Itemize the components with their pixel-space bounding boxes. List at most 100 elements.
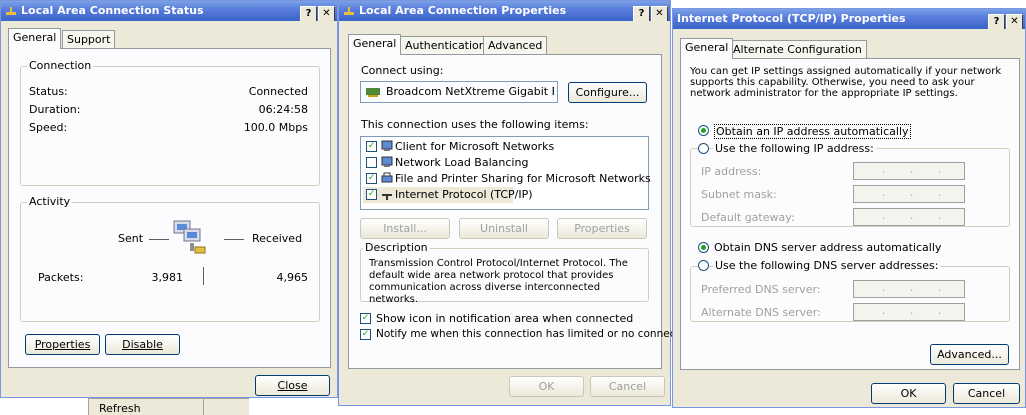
alternate-dns-field[interactable]: ...	[853, 303, 965, 321]
duration-value: 06:24:58	[258, 103, 308, 116]
tcpip-general-panel: You can get IP settings assigned automat…	[680, 58, 1020, 370]
item-checkbox[interactable]	[366, 157, 377, 168]
connection-group-title: Connection	[27, 59, 94, 72]
items-label: This connection uses the following items…	[361, 118, 589, 131]
components-list[interactable]: ✓ Client for Microsoft Networks Network …	[360, 136, 651, 210]
status-title: Local Area Connection Status	[21, 4, 204, 17]
packets-received-value: 4,965	[276, 271, 309, 284]
preferred-dns-field[interactable]: ...	[853, 280, 965, 298]
advanced-button[interactable]: Advanced...	[930, 344, 1009, 365]
received-label: Received	[252, 232, 303, 245]
use-following-dns-label[interactable]: Use the following DNS server addresses:	[713, 259, 941, 272]
obtain-ip-auto-label[interactable]: Obtain an IP address automatically	[714, 124, 911, 139]
status-value: Connected	[248, 85, 308, 98]
ip-address-label: IP address:	[701, 165, 762, 178]
close-window-button[interactable]: ✕	[318, 6, 335, 21]
speed-value: 100.0 Mbps	[243, 121, 308, 134]
tab-authentication[interactable]: Authentication	[400, 36, 491, 55]
disable-button-label: Disable	[122, 338, 163, 351]
intro-text: You can get IP settings assigned automat…	[690, 66, 1002, 99]
packets-sent-value: 3,981	[151, 271, 184, 284]
close-window-button[interactable]: ✕	[1006, 14, 1023, 29]
connect-using-label: Connect using:	[361, 64, 444, 77]
connection-properties-dialog: Local Area Connection Properties ? ✕ Gene…	[338, 0, 702, 406]
use-following-ip-label[interactable]: Use the following IP address:	[713, 142, 876, 155]
disable-button[interactable]: Disable	[105, 334, 180, 355]
properties-titlebar[interactable]: Local Area Connection Properties ? ✕	[339, 1, 670, 21]
preferred-dns-label: Preferred DNS server:	[701, 283, 821, 296]
list-item[interactable]: Client for Microsoft Networks	[395, 140, 554, 153]
activity-group: Activity	[20, 196, 320, 322]
refresh-menu-item[interactable]: Refresh	[99, 402, 141, 415]
help-button[interactable]: ?	[300, 6, 317, 21]
status-general-panel: Connection Status: Connected Duration: 0…	[8, 48, 331, 368]
ok-button[interactable]: OK	[871, 383, 946, 404]
description-group-title: Description	[363, 241, 430, 254]
notify-checkbox[interactable]: ✓	[360, 329, 371, 340]
tab-general[interactable]: General	[680, 38, 734, 59]
list-item[interactable]: File and Printer Sharing for Microsoft N…	[395, 172, 651, 185]
help-button[interactable]: ?	[988, 14, 1005, 29]
status-titlebar[interactable]: Local Area Connection Status ? ✕	[1, 1, 337, 21]
obtain-ip-auto-radio[interactable]	[698, 125, 709, 136]
notify-label: Notify me when this connection has limit…	[376, 328, 702, 340]
cancel-button[interactable]: Cancel	[590, 376, 665, 397]
item-checkbox[interactable]: ✓	[366, 141, 377, 152]
default-gateway-label: Default gateway:	[701, 211, 795, 224]
sent-line	[149, 239, 169, 240]
adapter-field: Broadcom NetXtreme Gigabit Etherne	[360, 81, 558, 103]
item-checkbox[interactable]: ✓	[366, 189, 377, 200]
network-icon	[344, 7, 354, 15]
uninstall-button[interactable]: Uninstall	[459, 218, 549, 239]
connection-status-dialog: Local Area Connection Status ? ✕ General …	[0, 0, 338, 398]
packets-divider	[203, 267, 204, 285]
properties-title: Local Area Connection Properties	[359, 4, 567, 17]
client-icon	[381, 140, 393, 151]
network-card-icon	[366, 88, 380, 97]
properties-general-panel: Connect using: Broadcom NetXtreme Gigabi…	[348, 54, 702, 369]
properties-button[interactable]: Properties	[25, 334, 100, 355]
show-icon-label: Show icon in notification area when conn…	[376, 312, 634, 325]
protocol-icon	[382, 194, 392, 200]
install-button[interactable]: Install...	[360, 218, 450, 239]
close-button[interactable]: Close	[255, 375, 330, 396]
item-checkbox[interactable]: ✓	[366, 173, 377, 184]
packets-label: Packets:	[38, 271, 84, 284]
close-button-label: Close	[277, 379, 308, 392]
service-icon	[381, 156, 393, 167]
network-icon	[6, 7, 16, 15]
ok-button[interactable]: OK	[509, 376, 584, 397]
subnet-mask-label: Subnet mask:	[701, 188, 777, 201]
tab-advanced[interactable]: Advanced	[483, 36, 548, 55]
background-menu: Refresh	[88, 398, 249, 415]
use-following-ip-radio[interactable]	[698, 143, 709, 154]
default-gateway-field[interactable]: ...	[853, 208, 965, 226]
tcpip-properties-dialog: Internet Protocol (TCP/IP) Properties ? ✕…	[672, 8, 1026, 408]
printer-icon	[381, 172, 393, 183]
speed-label: Speed:	[29, 121, 68, 134]
obtain-dns-auto-radio[interactable]	[698, 242, 709, 253]
obtain-dns-auto-label[interactable]: Obtain DNS server address automatically	[714, 241, 941, 254]
ip-address-field[interactable]: ...	[853, 162, 965, 180]
tab-general[interactable]: General	[348, 34, 402, 55]
tcpip-titlebar[interactable]: Internet Protocol (TCP/IP) Properties ? ✕	[673, 9, 1025, 29]
subnet-mask-field[interactable]: ...	[853, 185, 965, 203]
item-properties-button[interactable]: Properties	[557, 218, 647, 239]
adapter-name: Broadcom NetXtreme Gigabit Etherne	[386, 85, 554, 98]
tab-support[interactable]: Support	[62, 30, 116, 49]
duration-label: Duration:	[29, 103, 81, 116]
list-item[interactable]: Internet Protocol (TCP/IP)	[395, 188, 533, 201]
show-icon-checkbox[interactable]: ✓	[360, 313, 371, 324]
tab-alternate-configuration[interactable]: Alternate Configuration	[728, 40, 867, 59]
alternate-dns-label: Alternate DNS server:	[701, 306, 821, 319]
list-item[interactable]: Network Load Balancing	[395, 156, 528, 169]
network-computers-icon	[173, 220, 206, 254]
use-following-dns-radio[interactable]	[698, 260, 709, 271]
tab-general[interactable]: General	[8, 28, 62, 49]
activity-group-title: Activity	[27, 195, 73, 208]
received-line	[224, 239, 244, 240]
help-button[interactable]: ?	[633, 6, 650, 21]
close-window-button[interactable]: ✕	[651, 6, 668, 21]
configure-button[interactable]: Configure...	[568, 82, 647, 103]
cancel-button[interactable]: Cancel	[953, 383, 1020, 404]
